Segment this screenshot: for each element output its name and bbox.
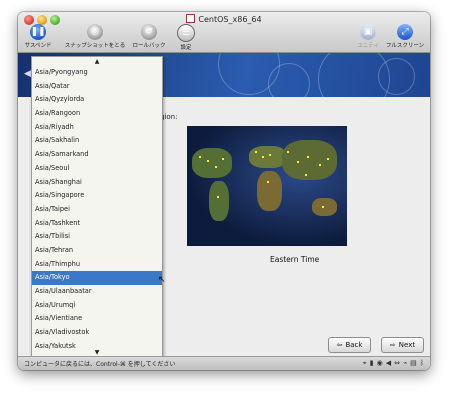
unity-label: ユニティ bbox=[357, 43, 379, 49]
timezone-dropdown-list[interactable]: ▲ Asia/Pyongyang Asia/Qatar Asia/Qyzylorda… bbox=[31, 56, 163, 358]
settings-button[interactable]: ☰ 設定 bbox=[177, 24, 195, 51]
timezone-list-item[interactable]: Asia/Shanghai bbox=[32, 176, 162, 190]
timezone-list-item[interactable]: Asia/Qyzylorda bbox=[32, 93, 162, 107]
timezone-list-item[interactable]: Asia/Urumqi bbox=[32, 299, 162, 313]
status-bar: コンピュータに戻るには、Control-⌘ を押してください ⌖ ▮ ◉ ◀ ⇔… bbox=[18, 356, 430, 370]
snapshot-label: スナップショットをとる bbox=[64, 43, 126, 49]
timezone-list-item[interactable]: Asia/Tehran bbox=[32, 244, 162, 258]
timezone-list-item[interactable]: Asia/Taipei bbox=[32, 203, 162, 217]
mouse-icon[interactable]: ⌖ bbox=[363, 359, 367, 368]
timezone-list-item[interactable]: Asia/Tbilisi bbox=[32, 230, 162, 244]
unity-button[interactable]: ▣ ユニティ bbox=[356, 24, 380, 49]
fullscreen-button[interactable]: ⤢ フルスクリーン bbox=[385, 24, 425, 49]
vm-icon bbox=[186, 14, 196, 23]
bluetooth-icon[interactable]: ᛒ bbox=[420, 359, 424, 368]
banner-arrow-icon: ◀ bbox=[24, 69, 31, 79]
timezone-list-item[interactable]: Asia/Vladivostok bbox=[32, 326, 162, 340]
camera-icon: ◎ bbox=[87, 24, 103, 40]
fullscreen-icon: ⤢ bbox=[397, 24, 413, 40]
timezone-list-item[interactable]: Asia/Qatar bbox=[32, 80, 162, 94]
settings-icon: ☰ bbox=[177, 24, 195, 42]
vm-screen: ◀ gion: Eastern Time ▲ Asia/Pyongyang Asi… bbox=[18, 53, 430, 358]
timezone-list-item[interactable]: Asia/Samarkand bbox=[32, 148, 162, 162]
timezone-items: Asia/Pyongyang Asia/Qatar Asia/Qyzylorda As… bbox=[32, 66, 162, 353]
suspend-label: サスペンド bbox=[24, 43, 52, 49]
vm-window: CentOS_x86_64 ❚❚ サスペンド ◎ スナップショットをとる ↺ ロ… bbox=[18, 12, 430, 370]
unity-icon: ▣ bbox=[360, 24, 376, 40]
timezone-list-item[interactable]: Asia/Seoul bbox=[32, 162, 162, 176]
timezone-list-item[interactable]: Asia/Thimphu bbox=[32, 258, 162, 272]
fullscreen-label: フルスクリーン bbox=[385, 43, 425, 49]
mouse-cursor-icon: ↖ bbox=[158, 275, 166, 285]
status-hint: コンピュータに戻るには、Control-⌘ を押してください bbox=[24, 361, 176, 368]
selected-timezone-name: Eastern Time bbox=[270, 255, 320, 264]
rewind-icon: ↺ bbox=[141, 24, 157, 40]
printer-icon[interactable]: ▤ bbox=[410, 359, 417, 368]
snapshot-button[interactable]: ◎ スナップショットをとる bbox=[64, 24, 126, 49]
next-label: Next bbox=[398, 341, 416, 349]
timezone-list-item[interactable]: Asia/Vientiane bbox=[32, 312, 162, 326]
timezone-list-item[interactable]: Asia/Pyongyang bbox=[32, 66, 162, 80]
timezone-list-item[interactable]: Asia/Sakhalin bbox=[32, 134, 162, 148]
sound-icon[interactable]: ◀ bbox=[386, 359, 391, 368]
timezone-list-item[interactable]: Asia/Tashkent bbox=[32, 217, 162, 231]
world-map[interactable] bbox=[187, 126, 347, 246]
rollback-label: ロールバック bbox=[132, 43, 166, 49]
pause-icon: ❚❚ bbox=[30, 24, 46, 40]
network-icon[interactable]: ⇔ bbox=[394, 359, 400, 368]
next-arrow-icon: ⇨ bbox=[389, 341, 396, 349]
disk-icon[interactable]: ▮ bbox=[370, 359, 374, 368]
rollback-button[interactable]: ↺ ロールバック bbox=[130, 24, 168, 49]
timezone-list-item[interactable]: Asia/Rangoon bbox=[32, 107, 162, 121]
back-button[interactable]: ⇦ Back bbox=[328, 337, 371, 353]
usb-icon[interactable]: ⌁ bbox=[403, 359, 407, 368]
timezone-list-item[interactable]: Asia/Singapore bbox=[32, 189, 162, 203]
timezone-list-item[interactable]: Asia/Ulaanbaatar bbox=[32, 285, 162, 299]
timezone-list-item[interactable]: Asia/Tokyo bbox=[32, 271, 162, 285]
title-bar: CentOS_x86_64 ❚❚ サスペンド ◎ スナップショットをとる ↺ ロ… bbox=[18, 12, 430, 53]
timezone-list-item[interactable]: Asia/Riyadh bbox=[32, 121, 162, 135]
settings-label: 設定 bbox=[180, 45, 192, 51]
cd-icon[interactable]: ◉ bbox=[377, 359, 383, 368]
window-title: CentOS_x86_64 bbox=[18, 14, 430, 24]
suspend-button[interactable]: ❚❚ サスペンド bbox=[23, 24, 53, 49]
window-title-text: CentOS_x86_64 bbox=[198, 15, 262, 24]
back-arrow-icon: ⇦ bbox=[336, 341, 343, 349]
device-icons: ⌖ ▮ ◉ ◀ ⇔ ⌁ ▤ ᛒ bbox=[363, 359, 424, 368]
scroll-up-arrow-icon[interactable]: ▲ bbox=[32, 57, 162, 66]
back-label: Back bbox=[345, 341, 363, 349]
next-button[interactable]: ⇨ Next bbox=[381, 337, 424, 353]
